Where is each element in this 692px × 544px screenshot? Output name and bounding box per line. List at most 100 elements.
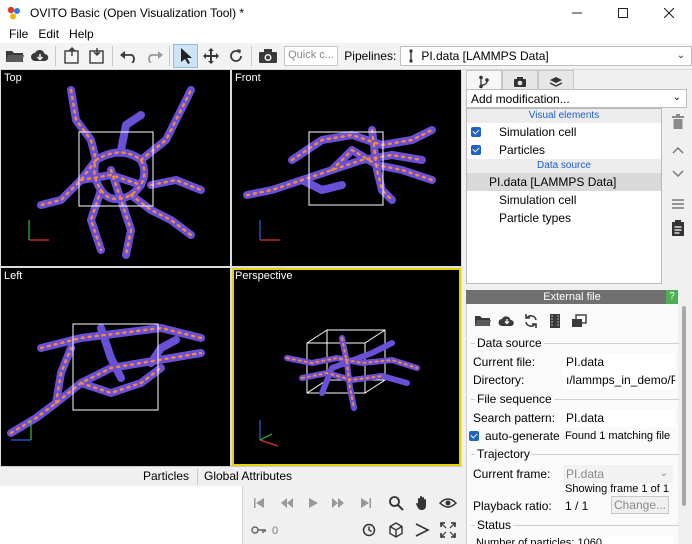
open-file-button[interactable]: [2, 44, 27, 68]
move-up-button[interactable]: [668, 140, 688, 160]
current-frame-label: Current frame:: [473, 467, 551, 481]
pipeline-item-label: Particles: [499, 143, 546, 157]
pick-local-file-button[interactable]: [471, 310, 495, 332]
directory-value[interactable]: ı/lammps_in_demo/PI: [563, 371, 675, 389]
redo-icon: [147, 51, 163, 63]
cloud-download-icon: [498, 316, 514, 326]
load-remote-button[interactable]: [27, 44, 52, 68]
update-trajectory-button[interactable]: [543, 310, 567, 332]
pan-button[interactable]: [410, 492, 434, 514]
directory-label: Directory:: [473, 373, 525, 387]
orbit-button[interactable]: [436, 492, 460, 514]
menu-help[interactable]: Help: [64, 27, 99, 41]
camera-icon: [258, 49, 277, 63]
play-button[interactable]: [301, 492, 325, 514]
zoom-button[interactable]: [384, 492, 408, 514]
viewport-front[interactable]: Front: [232, 70, 461, 266]
change-button[interactable]: Change...: [611, 496, 669, 514]
redo-button[interactable]: [141, 44, 166, 68]
playback-ratio-label: Playback ratio:: [473, 499, 552, 513]
next-frame-button[interactable]: [326, 492, 350, 514]
render-button[interactable]: [255, 44, 280, 68]
undo-icon: [119, 51, 135, 63]
group-button[interactable]: [668, 194, 688, 214]
pipeline-item-label: Simulation cell: [499, 125, 577, 139]
goto-start-button[interactable]: [247, 492, 271, 514]
animation-frames-button[interactable]: [567, 310, 591, 332]
current-frame-select[interactable]: PI.data ⌄: [563, 465, 673, 483]
pipeline-item-label: Particle types: [499, 211, 572, 225]
pick-orbit-center-button[interactable]: [384, 519, 408, 541]
auto-generate-checkbox-icon[interactable]: [469, 431, 479, 441]
maximize-button[interactable]: [600, 0, 646, 25]
toolbar-separator: [112, 46, 113, 66]
close-button[interactable]: [646, 0, 692, 25]
search-pattern-label: Search pattern:: [473, 411, 556, 425]
previous-frame-button[interactable]: [275, 492, 299, 514]
menu-file[interactable]: File: [4, 27, 33, 41]
scrollbar-thumb[interactable]: [682, 306, 686, 506]
pipeline-item-particles[interactable]: Particles: [467, 141, 661, 159]
checkbox-checked-icon[interactable]: [471, 127, 481, 137]
move-mode-button[interactable]: [198, 44, 223, 68]
pipeline-item-data-source[interactable]: PI.data [LAMMPS Data]: [467, 173, 661, 191]
maximize-icon: [618, 7, 628, 18]
add-modification-dropdown[interactable]: Add modification... ⌄: [466, 89, 687, 108]
pick-remote-file-button[interactable]: [495, 310, 519, 332]
pipeline-editor-list: Visual elements Simulation cell Particle…: [466, 108, 662, 284]
fov-button[interactable]: [410, 519, 434, 541]
viewport-top[interactable]: Top: [1, 70, 230, 266]
undo-button[interactable]: [116, 44, 141, 68]
playback-ratio-value: 1 / 1: [565, 499, 589, 513]
data-inspector-tabs: Particles Global Attributes: [0, 466, 462, 486]
panel-scrollbar[interactable]: [680, 304, 688, 544]
rotate-mode-button[interactable]: [223, 44, 248, 68]
search-pattern-input[interactable]: PI.data: [563, 409, 675, 427]
selection-mode-button[interactable]: [173, 44, 199, 68]
refresh-icon: [525, 314, 537, 328]
export-icon: [63, 47, 79, 64]
close-icon: [664, 7, 674, 18]
save-session-icon: [88, 48, 104, 64]
viewport-area: Top Front Left Perspective: [0, 70, 462, 466]
clipboard-button[interactable]: [668, 218, 688, 238]
time-settings-button[interactable]: [357, 519, 381, 541]
export-file-button[interactable]: [59, 44, 84, 68]
delete-button[interactable]: [668, 112, 688, 132]
tab-particles[interactable]: Particles: [135, 469, 199, 485]
list-lines-icon: [672, 199, 684, 209]
chevron-up-icon: [672, 146, 684, 154]
window-title: OVITO Basic (Open Visualization Tool) *: [30, 5, 245, 20]
help-button[interactable]: ?: [666, 290, 678, 304]
pipeline-branch-icon: [479, 75, 489, 88]
pipeline-selector[interactable]: PI.data [LAMMPS Data] ⌄: [400, 46, 692, 66]
section-header-data-source: Data source: [467, 159, 661, 173]
current-file-value[interactable]: PI.data: [563, 353, 675, 371]
viewport-left[interactable]: Left: [1, 268, 230, 466]
fast-forward-icon: [332, 498, 344, 508]
folder-open-icon: [475, 316, 491, 326]
menu-edit[interactable]: Edit: [33, 27, 64, 41]
move-arrows-icon: [202, 48, 219, 64]
showing-frame-text: Showing frame 1 of 1: [565, 483, 669, 495]
particles-render-top: [28, 86, 205, 259]
pipeline-subitem-particle-types[interactable]: Particle types: [467, 209, 661, 227]
checkbox-checked-icon[interactable]: [471, 145, 481, 155]
save-session-button[interactable]: [84, 44, 109, 68]
pipeline-item-simulation-cell[interactable]: Simulation cell: [467, 123, 661, 141]
external-file-header: External file: [466, 290, 678, 304]
frame-spinner-input[interactable]: 0: [268, 522, 356, 540]
minimize-button[interactable]: [554, 0, 600, 25]
tab-global-attributes[interactable]: Global Attributes: [196, 469, 300, 485]
viewport-perspective[interactable]: Perspective: [232, 268, 461, 466]
zoom-extents-button[interactable]: [436, 519, 460, 541]
pipeline-subitem-simulation-cell[interactable]: Simulation cell: [467, 191, 661, 209]
goto-end-button[interactable]: [354, 492, 378, 514]
move-down-button[interactable]: [668, 164, 688, 184]
group-title-data-source: Data source: [475, 336, 544, 350]
animation-area: 0: [0, 486, 462, 544]
reload-file-button[interactable]: [519, 310, 543, 332]
folder-open-icon: [5, 51, 24, 62]
main-toolbar: Quick c... Pipelines: PI.data [LAMMPS Da…: [0, 43, 692, 70]
quick-command-input[interactable]: Quick c...: [284, 46, 339, 66]
